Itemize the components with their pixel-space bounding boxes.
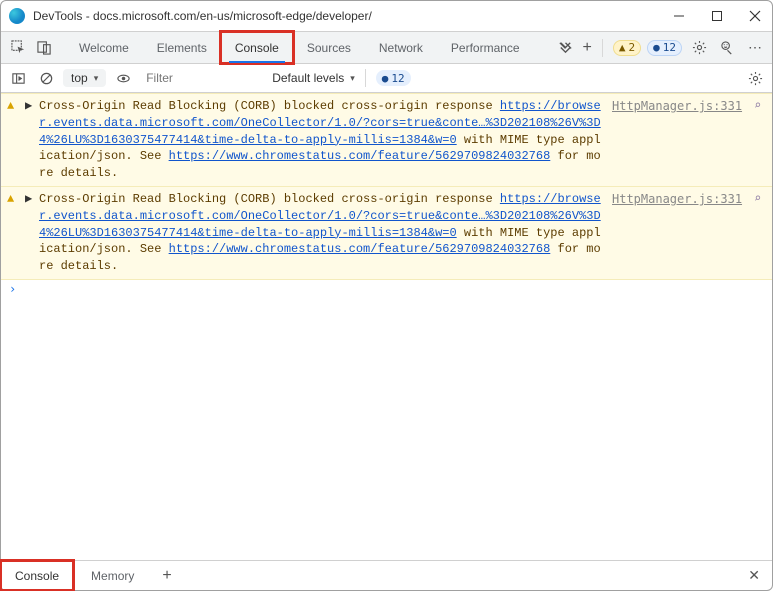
log-text: Cross-Origin Read Blocking (CORB) blocke…: [39, 99, 500, 113]
minimize-button[interactable]: [672, 9, 686, 23]
drawer-close-button[interactable]: ✕: [736, 567, 772, 584]
tab-welcome[interactable]: Welcome: [65, 32, 143, 63]
log-warning-row: ▲ ▶ Cross-Origin Read Blocking (CORB) bl…: [1, 187, 772, 280]
drawer-tab-memory[interactable]: Memory: [77, 561, 148, 590]
new-tab-button[interactable]: +: [583, 39, 592, 57]
log-levels-dropdown[interactable]: Default levels: [272, 71, 355, 85]
drawer-tab-console[interactable]: Console: [1, 561, 73, 590]
info-icon: ●: [382, 72, 389, 85]
log-warning-row: ▲ ▶ Cross-Origin Read Blocking (CORB) bl…: [1, 93, 772, 187]
log-message: Cross-Origin Read Blocking (CORB) blocke…: [39, 191, 604, 275]
log-text: Cross-Origin Read Blocking (CORB) blocke…: [39, 192, 500, 206]
divider: [365, 69, 366, 87]
log-source: HttpManager.js:331: [608, 98, 750, 182]
warnings-badge[interactable]: ▲2: [613, 40, 641, 56]
close-button[interactable]: [748, 9, 762, 23]
visible-count-pill[interactable]: ●12: [376, 70, 411, 86]
toggle-sidebar-icon[interactable]: [7, 67, 29, 89]
toolbar-right: + ▲2 ●12 ⋯: [555, 37, 766, 59]
log-link[interactable]: https://www.chromestatus.com/feature/562…: [169, 149, 551, 163]
more-tabs-icon[interactable]: [555, 37, 577, 59]
tab-performance[interactable]: Performance: [437, 32, 534, 63]
tab-sources[interactable]: Sources: [293, 32, 365, 63]
clear-console-icon[interactable]: [35, 67, 57, 89]
console-output: ▲ ▶ Cross-Origin Read Blocking (CORB) bl…: [1, 93, 772, 560]
console-settings-icon[interactable]: [744, 67, 766, 89]
log-message: Cross-Origin Read Blocking (CORB) blocke…: [39, 98, 604, 182]
warning-icon: ▲: [619, 41, 626, 54]
tab-elements[interactable]: Elements: [143, 32, 221, 63]
info-icon: ●: [653, 41, 660, 54]
expand-icon[interactable]: ▶: [25, 98, 35, 182]
expand-icon[interactable]: ▶: [25, 191, 35, 275]
log-source: HttpManager.js:331: [608, 191, 750, 275]
device-emulation-icon[interactable]: [33, 37, 55, 59]
settings-icon[interactable]: [688, 37, 710, 59]
source-link[interactable]: HttpManager.js:331: [612, 99, 742, 113]
live-expression-icon[interactable]: [112, 67, 134, 89]
search-icon[interactable]: ⌕: [754, 191, 766, 275]
tab-network[interactable]: Network: [365, 32, 437, 63]
search-icon[interactable]: ⌕: [754, 98, 766, 182]
log-link[interactable]: https://www.chromestatus.com/feature/562…: [169, 242, 551, 256]
context-label: top: [71, 71, 88, 85]
tab-console[interactable]: Console: [221, 32, 293, 63]
drawer: Console Memory + ✕: [1, 560, 772, 590]
feedback-icon[interactable]: [716, 37, 738, 59]
window-controls: [672, 9, 762, 23]
window-title: DevTools - docs.microsoft.com/en-us/micr…: [33, 9, 372, 23]
divider: [602, 39, 603, 57]
inspect-element-icon[interactable]: [7, 37, 29, 59]
filter-input[interactable]: [140, 69, 260, 87]
visible-count: 12: [391, 72, 404, 85]
devtools-icon: [9, 8, 25, 24]
levels-label: Default levels: [272, 71, 344, 85]
console-prompt[interactable]: ›: [1, 280, 772, 298]
warning-icon: ▲: [7, 98, 21, 182]
warning-icon: ▲: [7, 191, 21, 275]
verbose-count: 12: [663, 41, 676, 54]
context-dropdown[interactable]: top: [63, 69, 106, 87]
drawer-new-tab-button[interactable]: +: [152, 567, 181, 585]
menu-icon[interactable]: ⋯: [744, 37, 766, 59]
console-toolbar: top Default levels ●12: [1, 63, 772, 93]
panel-tabs: Welcome Elements Console Sources Network…: [65, 32, 534, 63]
maximize-button[interactable]: [710, 9, 724, 23]
main-toolbar: Welcome Elements Console Sources Network…: [1, 31, 772, 63]
verbose-badge[interactable]: ●12: [647, 40, 682, 56]
warnings-count: 2: [629, 41, 636, 54]
titlebar: DevTools - docs.microsoft.com/en-us/micr…: [1, 1, 772, 31]
source-link[interactable]: HttpManager.js:331: [612, 192, 742, 206]
